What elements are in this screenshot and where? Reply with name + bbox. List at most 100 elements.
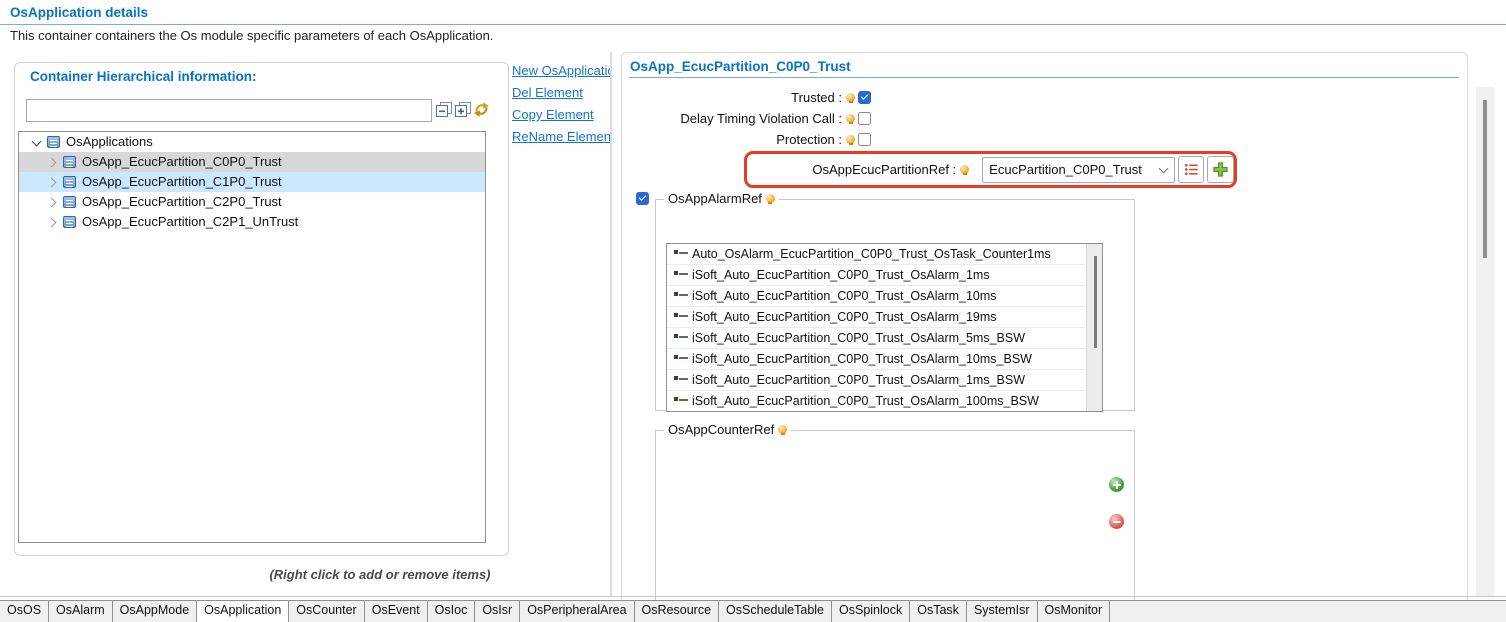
chevron-right-icon[interactable]	[49, 179, 56, 186]
osappalarmref-enable-checkbox[interactable]	[636, 192, 649, 205]
tab-osresource[interactable]: OsResource	[635, 601, 719, 622]
refresh-icon[interactable]	[473, 101, 490, 117]
container-icon	[47, 136, 60, 148]
lightbulb-icon	[778, 425, 787, 434]
container-icon	[63, 156, 76, 168]
tab-osos[interactable]: OsOS	[0, 601, 49, 622]
hierarchy-tree: OsApplications OsApp_EcucPartition_C0P0_…	[18, 131, 486, 543]
list-scrollbar-thumb[interactable]	[1094, 256, 1097, 348]
module-tabbar: OsOS OsAlarm OsAppMode OsApplication OsC…	[0, 600, 1506, 622]
add-ref-button[interactable]	[1207, 156, 1234, 183]
tree-item-osapp-c0p0[interactable]: OsApp_EcucPartition_C0P0_Trust	[19, 152, 485, 172]
partition-ref-select[interactable]: EcucPartition_C0P0_Trust	[982, 157, 1175, 183]
container-icon	[63, 216, 76, 228]
param-label: Delay Timing Violation Call :	[621, 111, 842, 126]
tabbar-filler	[1110, 601, 1506, 622]
rename-element-link[interactable]: ReName Element	[512, 129, 610, 151]
chevron-down-icon[interactable]	[33, 139, 40, 146]
tree-item-osapp-c2p1[interactable]: OsApp_EcucPartition_C2P1_UnTrust	[19, 212, 485, 232]
container-icon	[63, 196, 76, 208]
element-actions: New OsApplication Del Element Copy Eleme…	[512, 63, 610, 151]
reference-icon	[674, 396, 688, 406]
osappcounterref-group: OsAppCounterRef	[655, 430, 1135, 622]
tab-osioc[interactable]: OsIoc	[428, 601, 476, 622]
tree-item-label: OsApp_EcucPartition_C1P0_Trust	[82, 172, 282, 192]
tab-osperipheralarea[interactable]: OsPeripheralArea	[520, 601, 634, 622]
tab-osalarm[interactable]: OsAlarm	[49, 601, 113, 622]
page-description: This container containers the Os module …	[10, 28, 493, 43]
delay-timing-violation-checkbox[interactable]	[858, 112, 871, 125]
tree-filter-input[interactable]	[26, 99, 432, 122]
alarm-ref-list: Auto_OsAlarm_EcucPartition_C0P0_Trust_Os…	[666, 243, 1103, 412]
legend-label: OsAppAlarmRef	[668, 191, 762, 206]
detail-title: OsApp_EcucPartition_C0P0_Trust	[630, 59, 851, 74]
lightbulb-icon	[846, 114, 855, 123]
list-item[interactable]: iSoft_Auto_EcucPartition_C0P0_Trust_OsAl…	[667, 370, 1085, 391]
param-label: Protection :	[621, 132, 842, 147]
reference-icon	[674, 249, 688, 259]
osappcounterref-legend: OsAppCounterRef	[664, 422, 791, 437]
bottom-separator	[0, 596, 1506, 597]
hierarchy-panel-title: Container Hierarchical information:	[30, 69, 257, 84]
list-item[interactable]: Auto_OsAlarm_EcucPartition_C0P0_Trust_Os…	[667, 244, 1085, 265]
trusted-checkbox[interactable]	[858, 91, 871, 104]
panel-divider	[610, 52, 612, 597]
tab-ostask[interactable]: OsTask	[910, 601, 967, 622]
lightbulb-icon	[960, 165, 969, 174]
chevron-right-icon[interactable]	[49, 219, 56, 226]
container-icon	[63, 176, 76, 188]
title-separator	[0, 24, 1506, 25]
reference-icon	[674, 333, 688, 343]
list-scrollbar-track[interactable]	[1086, 244, 1102, 411]
tab-osevent[interactable]: OsEvent	[365, 601, 428, 622]
chevron-right-icon[interactable]	[49, 199, 56, 206]
chevron-down-icon	[1160, 166, 1168, 174]
tab-osscheduletable[interactable]: OsScheduleTable	[719, 601, 832, 622]
list-item-label: iSoft_Auto_EcucPartition_C0P0_Trust_OsAl…	[692, 391, 1039, 411]
list-item-label: iSoft_Auto_EcucPartition_C0P0_Trust_OsAl…	[692, 349, 1032, 369]
tab-osmonitor[interactable]: OsMonitor	[1038, 601, 1111, 622]
reference-icon	[674, 270, 688, 280]
del-element-link[interactable]: Del Element	[512, 85, 610, 107]
tab-osapplication[interactable]: OsApplication	[197, 601, 289, 622]
new-osapplication-link[interactable]: New OsApplication	[512, 63, 610, 85]
list-item[interactable]: iSoft_Auto_EcucPartition_C0P0_Trust_OsAl…	[667, 307, 1085, 328]
list-item-label: iSoft_Auto_EcucPartition_C0P0_Trust_OsAl…	[692, 265, 990, 285]
partition-ref-value: EcucPartition_C0P0_Trust	[989, 162, 1160, 177]
tab-osspinlock[interactable]: OsSpinlock	[832, 601, 910, 622]
tree-item-label: OsApp_EcucPartition_C0P0_Trust	[82, 152, 282, 172]
tab-osisr[interactable]: OsIsr	[475, 601, 520, 622]
tree-item-label: OsApplications	[66, 132, 153, 152]
param-row-protection: Protection :	[621, 131, 871, 147]
partition-ref-highlight-annotation: OsAppEcucPartitionRef : EcucPartition_C0…	[744, 151, 1237, 188]
collapse-all-icon[interactable]	[436, 102, 453, 118]
panel-scrollbar-thumb[interactable]	[1483, 100, 1487, 258]
tree-item-osapp-c2p0[interactable]: OsApp_EcucPartition_C2P0_Trust	[19, 192, 485, 212]
lightbulb-icon	[766, 194, 775, 203]
list-item[interactable]: iSoft_Auto_EcucPartition_C0P0_Trust_OsAl…	[667, 265, 1085, 286]
tab-oscounter[interactable]: OsCounter	[289, 601, 364, 622]
ref-list-button[interactable]	[1178, 156, 1205, 183]
osapplication-details-screen: OsApplication details This container con…	[0, 0, 1506, 622]
tab-osappmode[interactable]: OsAppMode	[113, 601, 197, 622]
list-item[interactable]: iSoft_Auto_EcucPartition_C0P0_Trust_OsAl…	[667, 349, 1085, 370]
list-item[interactable]: iSoft_Auto_EcucPartition_C0P0_Trust_OsAl…	[667, 391, 1085, 412]
copy-element-link[interactable]: Copy Element	[512, 107, 610, 129]
expand-all-icon[interactable]	[455, 102, 472, 118]
tree-item-osapplications[interactable]: OsApplications	[19, 132, 485, 152]
list-item-label: iSoft_Auto_EcucPartition_C0P0_Trust_OsAl…	[692, 370, 1025, 390]
chevron-right-icon[interactable]	[49, 159, 56, 166]
reference-icon	[674, 354, 688, 364]
param-row-trusted: Trusted :	[621, 89, 871, 105]
osappalarmref-legend: OsAppAlarmRef	[664, 191, 779, 206]
tab-systemisr[interactable]: SystemIsr	[967, 601, 1038, 622]
param-label: OsAppEcucPartitionRef :	[747, 162, 956, 177]
tree-item-osapp-c1p0[interactable]: OsApp_EcucPartition_C1P0_Trust	[19, 172, 485, 192]
list-item[interactable]: iSoft_Auto_EcucPartition_C0P0_Trust_OsAl…	[667, 286, 1085, 307]
right-click-hint: (Right click to add or remove items)	[250, 567, 510, 582]
legend-label: OsAppCounterRef	[668, 422, 774, 437]
list-item[interactable]: iSoft_Auto_EcucPartition_C0P0_Trust_OsAl…	[667, 328, 1085, 349]
protection-checkbox[interactable]	[858, 133, 871, 146]
page-title: OsApplication details	[10, 5, 148, 20]
list-item-label: Auto_OsAlarm_EcucPartition_C0P0_Trust_Os…	[692, 244, 1051, 264]
